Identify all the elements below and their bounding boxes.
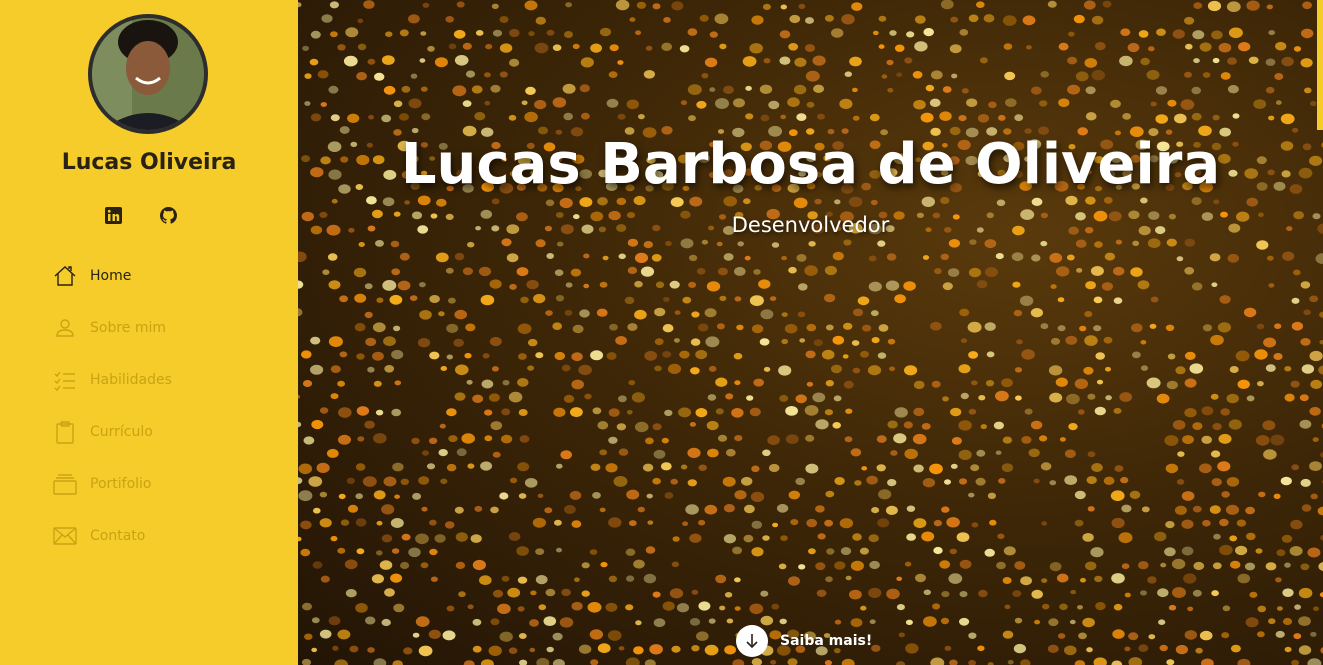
nav-label-curriculo: Currículo <box>90 424 153 440</box>
linkedin-link[interactable] <box>102 204 124 226</box>
arrow-down-icon <box>736 625 768 657</box>
learn-more-button[interactable]: Saiba mais! <box>736 624 872 658</box>
hero-subtitle: Desenvolvedor <box>731 213 890 237</box>
stack-icon <box>52 471 78 497</box>
github-link[interactable] <box>157 204 179 226</box>
nav-label-home: Home <box>90 268 132 284</box>
nav-item-sobre-mim[interactable]: Sobre mim <box>52 308 272 348</box>
nav-item-portifolio[interactable]: Portifolio <box>52 464 272 504</box>
sidebar: Lucas Oliveira Home Sobre mim Habilidade… <box>0 0 298 665</box>
envelope-icon <box>52 523 78 549</box>
profile-name: Lucas Oliveira <box>61 150 237 175</box>
nav-label-contato: Contato <box>90 528 146 544</box>
nav-label-portifolio: Portifolio <box>90 476 152 492</box>
nav-item-home[interactable]: Home <box>52 256 272 296</box>
hero-section: Lucas Barbosa de Oliveira Desenvolvedor … <box>298 0 1323 665</box>
home-icon <box>52 263 78 289</box>
nav-item-contato[interactable]: Contato <box>52 516 272 556</box>
clipboard-icon <box>52 419 78 445</box>
person-icon <box>52 315 78 341</box>
nav-label-sobre-mim: Sobre mim <box>90 320 167 336</box>
nav-label-habilidades: Habilidades <box>90 372 172 388</box>
checklist-icon <box>52 367 78 393</box>
github-icon <box>159 206 177 224</box>
learn-more-label: Saiba mais! <box>780 633 873 649</box>
hero-background-image <box>298 0 1323 665</box>
nav-item-habilidades[interactable]: Habilidades <box>52 360 272 400</box>
avatar <box>88 14 208 134</box>
scrollbar[interactable] <box>1317 0 1323 130</box>
linkedin-icon <box>104 206 122 224</box>
nav-item-curriculo[interactable]: Currículo <box>52 412 272 452</box>
hero-title: Lucas Barbosa de Oliveira <box>400 132 1221 197</box>
